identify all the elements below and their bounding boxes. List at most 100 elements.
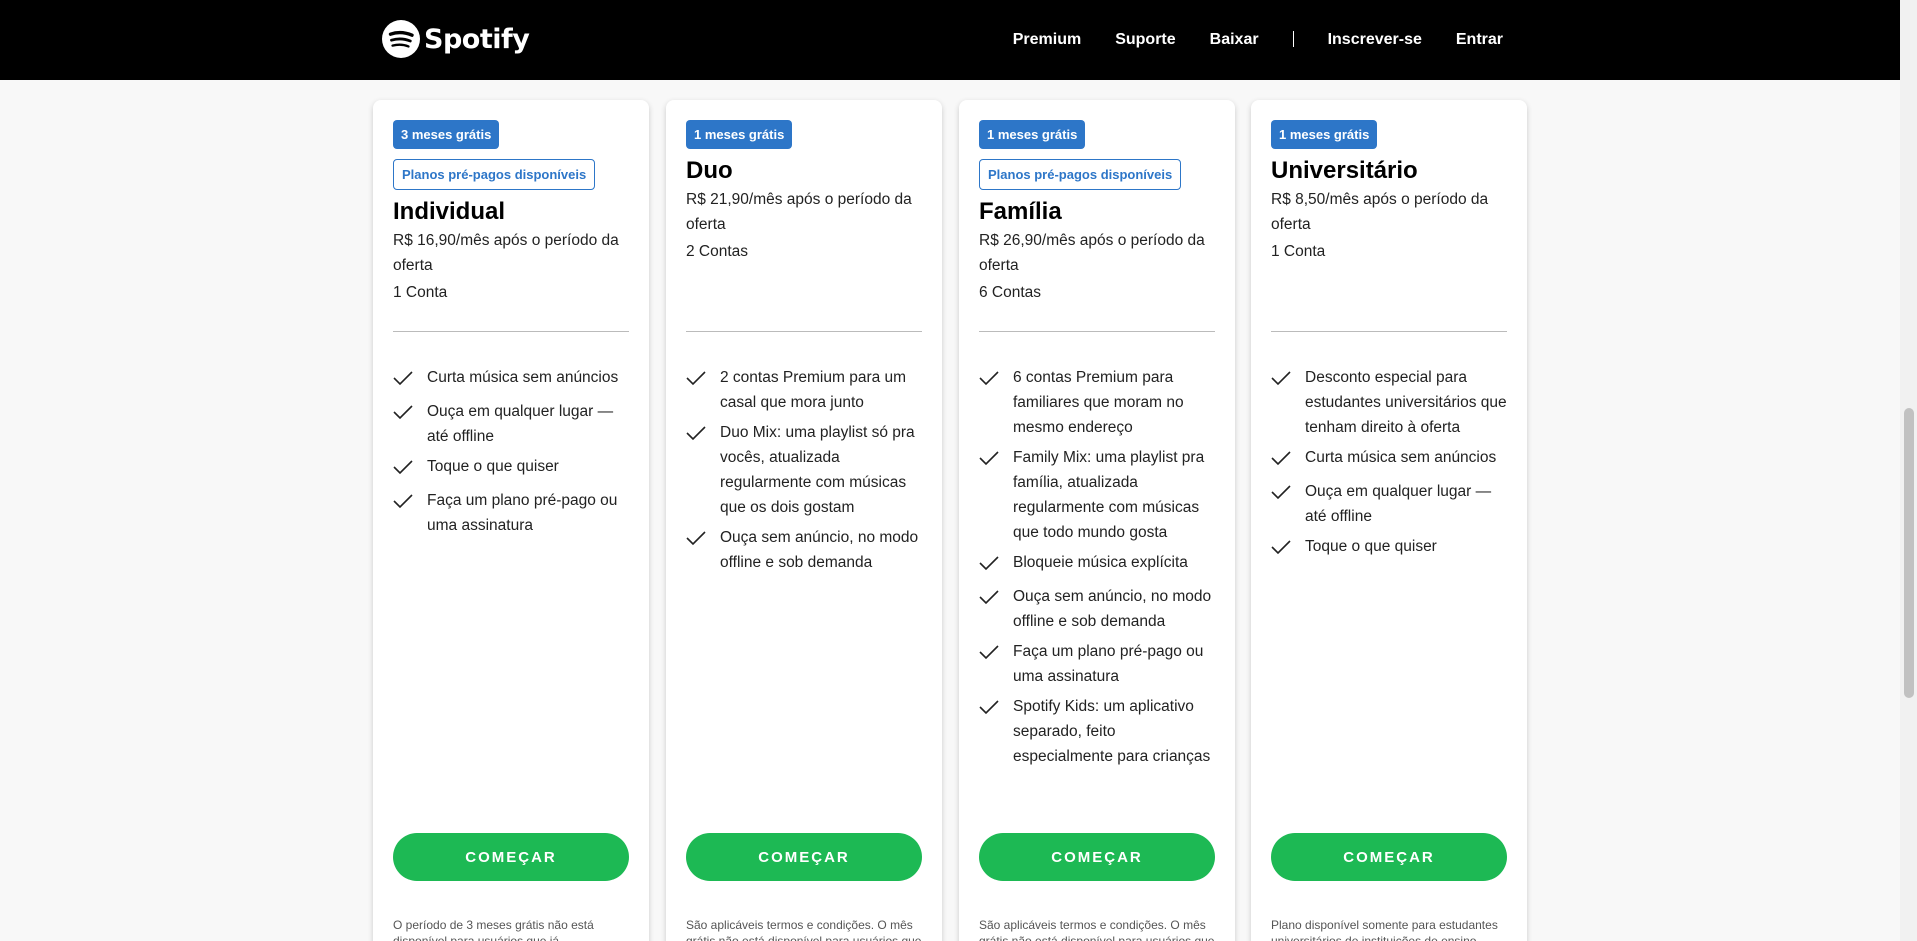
check-icon [979,445,1013,545]
offer-badge: 1 meses grátis [686,120,793,149]
check-icon [686,420,720,520]
plan-card-familia: 1 meses grátis Planos pré-pagos disponív… [959,100,1235,941]
start-button[interactable]: COMEÇAR [686,833,922,881]
card-divider [686,331,922,332]
feature-item: Toque o que quiser [1271,534,1507,563]
logo-text: Spotify [424,23,530,55]
start-button[interactable]: COMEÇAR [979,833,1215,881]
spotify-logo-icon [382,20,420,58]
offer-badge: 1 meses grátis [1271,120,1378,149]
feature-text: Faça um plano pré-pago ou uma assinatura [1013,643,1204,685]
plan-accounts: 6 Contas [979,284,1042,301]
start-button[interactable]: COMEÇAR [1271,833,1507,881]
feature-text: Toque o que quiser [427,458,559,475]
feature-text: Ouça sem anúncio, no modo offline e sob … [1013,588,1212,630]
plan-name: Individual [393,198,506,225]
plan-accounts: 1 Conta [393,284,448,301]
card-divider [1271,331,1507,332]
feature-text: 2 contas Premium para um casal que mora … [720,369,907,411]
check-icon [393,365,427,394]
feature-text: Ouça em qualquer lugar — até offline [1305,483,1492,525]
feature-item: Curta música sem anúncios [393,365,629,394]
feature-item: Ouça em qualquer lugar — até offline [1271,479,1507,529]
offer-badge: 1 meses grátis [979,120,1086,149]
nav-divider [1292,31,1294,47]
feature-item: Ouça em qualquer lugar — até offline [393,399,629,449]
feature-text: Spotify Kids: um aplicativo separado, fe… [1013,698,1211,765]
feature-text: Desconto especial para estudantes univer… [1305,369,1507,436]
feature-item: Duo Mix: uma playlist só pra vocês, atua… [686,420,922,520]
spotify-logo[interactable]: Spotify [382,20,530,58]
feature-item: 2 contas Premium para um casal que mora … [686,365,922,415]
feature-list: 2 contas Premium para um casal que mora … [686,365,922,580]
check-icon [979,694,1013,769]
scrollbar-thumb[interactable] [1904,408,1914,698]
check-icon [1271,534,1305,563]
fine-print: São aplicáveis termos e condições. O mês… [686,918,922,941]
feature-text: Bloqueie música explícita [1013,554,1188,571]
nav-premium[interactable]: Premium [1013,31,1081,49]
prepaid-badge: Planos pré-pagos disponíveis [393,159,596,190]
top-navbar: Spotify Premium Suporte Baixar Inscrever… [0,0,1900,80]
nav-suporte[interactable]: Suporte [1115,31,1175,49]
plan-price: R$ 21,90/mês após o período da oferta [686,191,912,233]
nav-login[interactable]: Entrar [1456,31,1503,49]
check-icon [979,639,1013,689]
plan-name: Família [979,198,1062,225]
feature-text: Family Mix: uma playlist pra família, at… [1013,449,1205,541]
plan-card-universitario: 1 meses grátis Universitário R$ 8,50/mês… [1251,100,1527,941]
card-divider [979,331,1215,332]
fine-print: O período de 3 meses grátis não está dis… [393,918,594,941]
feature-list: Curta música sem anúncios Ouça em qualqu… [393,365,629,543]
feature-text: Curta música sem anúncios [427,369,619,386]
feature-text: Duo Mix: uma playlist só pra vocês, atua… [720,424,915,516]
check-icon [686,525,720,575]
feature-text: Faça um plano pré-pago ou uma assinatura [427,492,618,534]
check-icon [393,488,427,538]
card-divider [393,331,629,332]
start-button[interactable]: COMEÇAR [393,833,629,881]
check-icon [393,399,427,449]
feature-text: Ouça em qualquer lugar — até offline [427,403,614,445]
feature-list: 6 contas Premium para familiares que mor… [979,365,1215,774]
fine-print: São aplicáveis termos e condições. O mês… [979,918,1215,941]
feature-list: Desconto especial para estudantes univer… [1271,365,1507,568]
feature-item: Faça um plano pré-pago ou uma assinatura [979,639,1215,689]
plan-card-individual: 3 meses grátis Planos pré-pagos disponív… [373,100,649,941]
plan-accounts: 1 Conta [1271,243,1326,260]
offer-badge: 3 meses grátis [393,120,500,149]
check-icon [1271,479,1305,529]
plan-name: Duo [686,157,733,184]
feature-item: Faça um plano pré-pago ou uma assinatura [393,488,629,538]
check-icon [979,550,1013,579]
feature-item: Bloqueie música explícita [979,550,1215,579]
feature-item: Ouça sem anúncio, no modo offline e sob … [686,525,922,575]
nav-baixar[interactable]: Baixar [1210,31,1259,49]
prepaid-badge: Planos pré-pagos disponíveis [979,159,1182,190]
feature-text: Ouça sem anúncio, no modo offline e sob … [720,529,919,571]
feature-item: Curta música sem anúncios [1271,445,1507,474]
nav-signup[interactable]: Inscrever-se [1328,31,1422,49]
plan-price: R$ 8,50/mês após o período da oferta [1271,191,1489,233]
plan-card-duo: 1 meses grátis Duo R$ 21,90/mês após o p… [666,100,942,941]
check-icon [1271,445,1305,474]
check-icon [979,365,1013,440]
feature-text: Toque o que quiser [1305,538,1437,555]
check-icon [686,365,720,415]
feature-item: Toque o que quiser [393,454,629,483]
plan-accounts: 2 Contas [686,243,749,260]
fine-print: Plano disponível somente para estudantes… [1271,918,1498,941]
plan-name: Universitário [1271,157,1418,184]
feature-item: Desconto especial para estudantes univer… [1271,365,1507,440]
page-scrollbar[interactable] [1900,0,1917,941]
feature-item: Ouça sem anúncio, no modo offline e sob … [979,584,1215,634]
feature-item: Family Mix: uma playlist pra família, at… [979,445,1215,545]
feature-text: Curta música sem anúncios [1305,449,1497,466]
check-icon [979,584,1013,634]
check-icon [393,454,427,483]
feature-item: 6 contas Premium para familiares que mor… [979,365,1215,440]
plan-price: R$ 16,90/mês após o período da oferta [393,232,619,274]
feature-item: Spotify Kids: um aplicativo separado, fe… [979,694,1215,769]
feature-text: 6 contas Premium para familiares que mor… [1013,369,1184,436]
main-nav: Premium Suporte Baixar Inscrever-se Entr… [1013,0,1503,80]
